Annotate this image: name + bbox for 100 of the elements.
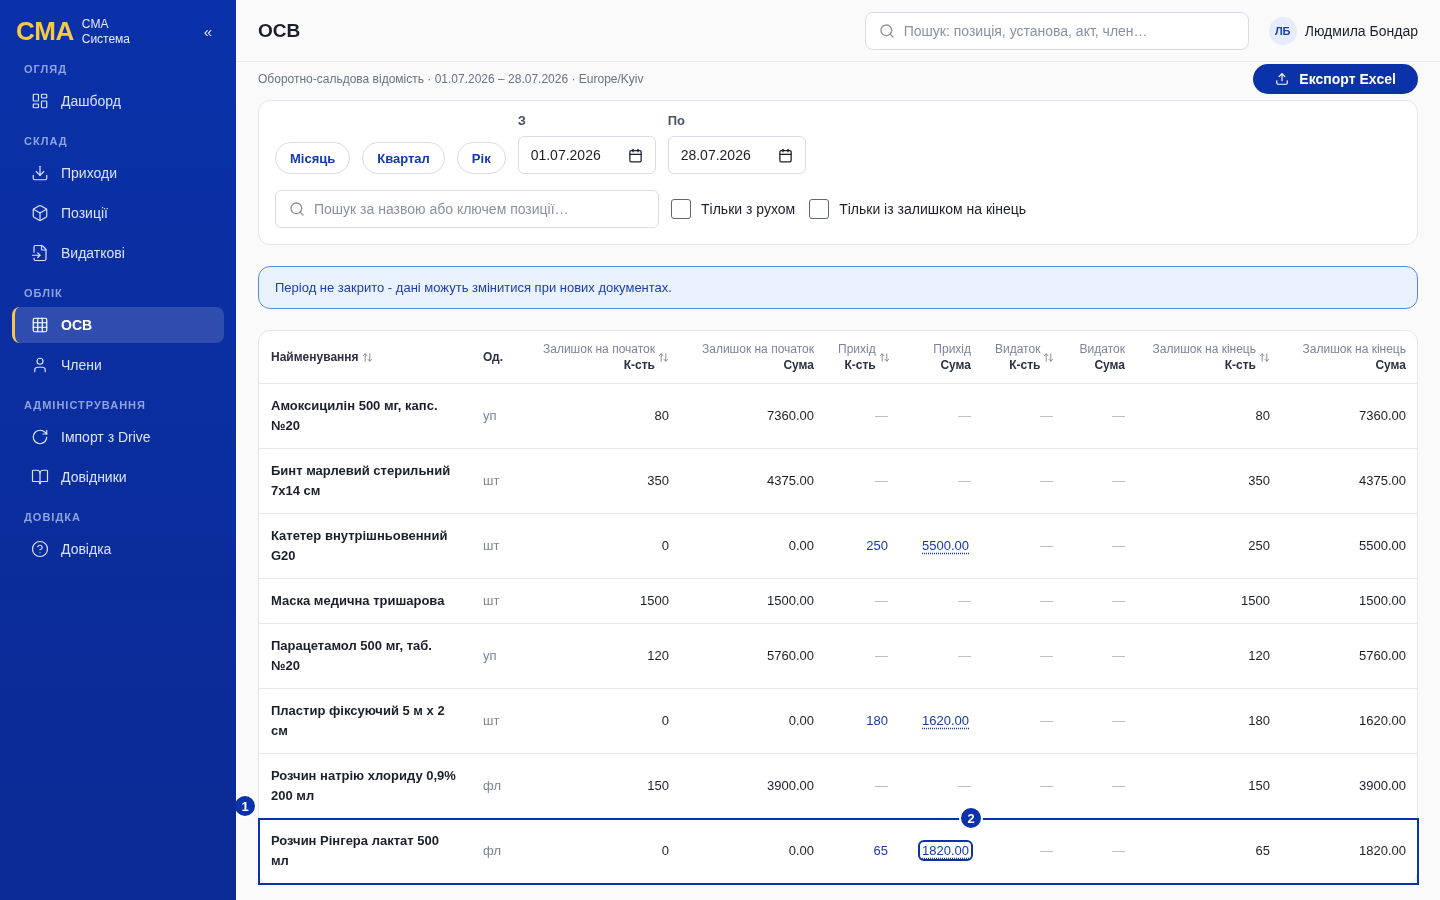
sort-icon (361, 351, 373, 363)
section-label: ДОВІДКА (23, 510, 82, 525)
column-header[interactable]: Залишок на кінець К-сть (1137, 331, 1282, 384)
value-text: 1500 (640, 593, 669, 608)
item-name: Бинт марлевий стерильний 7x14 см (271, 463, 451, 498)
checkbox[interactable] (671, 199, 691, 219)
unit-text: шт (483, 593, 500, 608)
quantity-link[interactable]: 250 (866, 538, 888, 553)
section-label: СКЛАД (23, 134, 69, 149)
section-label: АДМІНІСТРУВАННЯ (23, 398, 147, 413)
empty-value: — (1112, 713, 1125, 728)
unit-text: фл (483, 778, 501, 793)
table-row[interactable]: Амоксицилін 500 мг, капс. №20 уп 80 7360.00 — — — — 80 7360.00 (259, 383, 1418, 449)
empty-value: — (1040, 593, 1053, 608)
value-text: 80 (1255, 408, 1270, 423)
value-text: 5760.00 (1359, 648, 1406, 663)
value-text: 0 (661, 843, 669, 858)
column-header[interactable]: Залишок на початок К-сть (529, 331, 681, 384)
value-text: 0 (661, 538, 669, 553)
empty-value: — (875, 648, 888, 663)
table-row[interactable]: Парацетамол 500 мг, таб. №20 уп 120 5760.00 — — — — 120 5760.00 (259, 623, 1418, 689)
item-name: Розчин натрію хлориду 0,9% 200 мл (271, 768, 456, 803)
empty-value: — (958, 473, 971, 488)
info-banner: Період не закрито - дані можуть змінитися при нових документах. (258, 266, 1418, 309)
item-name: Розчин Рінгера лактат 500 мл (271, 833, 439, 868)
column-header[interactable]: Найменування (259, 331, 471, 384)
item-name: Амоксицилін 500 мг, капс. №20 (271, 398, 438, 433)
column-header: Видаток Сума (1065, 331, 1137, 384)
column-header: Од. (471, 331, 529, 384)
empty-value: — (1040, 648, 1053, 663)
period-button[interactable]: Місяць (275, 142, 351, 174)
item-name: Маска медична тришарова (271, 593, 445, 608)
brand-text: Система (81, 31, 131, 47)
column-header[interactable]: Видаток К-сть (983, 331, 1065, 384)
table-row[interactable]: Маска медична тришарова шт 1500 1500.00 — — — — 1500 1500.00 (259, 578, 1418, 624)
nav-item[interactable]: Приходи (12, 155, 224, 191)
nav-item[interactable]: Позиції (12, 195, 224, 231)
nav-item[interactable]: ОСВ (12, 307, 224, 343)
date-label: По (667, 113, 686, 128)
empty-value: — (1112, 778, 1125, 793)
value-text: 7360.00 (1359, 408, 1406, 423)
download-icon (31, 164, 49, 182)
marker-badge: 2 (959, 806, 983, 830)
table-row[interactable]: Катетер внутрішньовенний G20 шт 0 0.00 250 5500.00 — — 250 5500.00 (259, 513, 1418, 579)
period-button[interactable]: Квартал (362, 142, 445, 174)
value-text: 5500.00 (1359, 538, 1406, 553)
export-button[interactable]: Експорт Excel (1253, 64, 1418, 94)
column-header: Прихід Сума (900, 331, 983, 384)
unit-text: шт (483, 473, 500, 488)
value-text: 150 (1248, 778, 1270, 793)
value-text: 3900.00 (767, 778, 814, 793)
search-field[interactable]: Пошук за назвою або ключем позиції… (275, 190, 659, 228)
table-row[interactable]: Пластир фіксуючий 5 м х 2 см шт 0 0.00 180 1620.00 — — 180 1620.00 (259, 688, 1418, 754)
empty-value: — (1040, 713, 1053, 728)
value-text: 1500 (1241, 593, 1270, 608)
value-text: 350 (647, 473, 669, 488)
grid-icon (31, 316, 49, 334)
sum-link[interactable]: 5500.00 (920, 537, 971, 554)
date-field[interactable]: 28.07.2026 (667, 136, 806, 174)
calendar-icon (777, 147, 793, 163)
checkbox[interactable] (809, 199, 830, 219)
quantity-link[interactable]: 180 (866, 713, 888, 728)
sort-icon (658, 351, 669, 363)
empty-value: — (875, 408, 888, 423)
table-row[interactable]: Бинт марлевий стерильний 7x14 см шт 350 4375.00 — — — — 350 4375.00 (259, 448, 1418, 514)
nav-item[interactable]: Довідка (12, 531, 224, 567)
collapse-button[interactable]: « (195, 23, 220, 40)
sum-link[interactable]: 1820.00 (920, 842, 971, 859)
period-button[interactable]: Рік (456, 142, 506, 174)
upload-icon (1275, 72, 1290, 86)
value-text: 0.00 (788, 538, 814, 553)
value-text: 250 (1248, 538, 1270, 553)
user-avatar: ЛБ (1268, 16, 1297, 45)
nav-item[interactable]: Члени (12, 347, 224, 383)
empty-value: — (875, 778, 888, 793)
nav-item[interactable]: Довідники (12, 459, 224, 495)
nav-item[interactable]: Видаткові (12, 235, 224, 271)
empty-value: — (875, 473, 888, 488)
value-text: 120 (647, 648, 669, 663)
section-label: ОБЛІК (23, 286, 64, 301)
nav-item[interactable]: Імпорт з Drive (12, 419, 224, 455)
column-header[interactable]: Прихід К-сть (826, 331, 900, 384)
unit-text: уп (483, 408, 497, 423)
empty-value: — (958, 778, 971, 793)
empty-value: — (1112, 648, 1125, 663)
search-field[interactable]: Пошук: позиція, установа, акт, член… (864, 11, 1249, 50)
value-text: 7360.00 (767, 408, 814, 423)
sort-icon (1043, 351, 1055, 363)
date-field[interactable]: 01.07.2026 (517, 136, 656, 174)
unit-text: фл (483, 843, 501, 858)
sort-icon (1259, 351, 1270, 363)
value-text: 1500.00 (767, 593, 814, 608)
empty-value: — (1040, 778, 1053, 793)
help-icon (31, 540, 49, 558)
cube-icon (31, 204, 49, 222)
nav-item[interactable]: Дашборд (12, 83, 224, 119)
value-text: 120 (1248, 648, 1270, 663)
sum-link[interactable]: 1620.00 (920, 712, 971, 729)
column-header: Залишок на початок Сума (681, 331, 826, 384)
quantity-link[interactable]: 65 (873, 843, 888, 858)
